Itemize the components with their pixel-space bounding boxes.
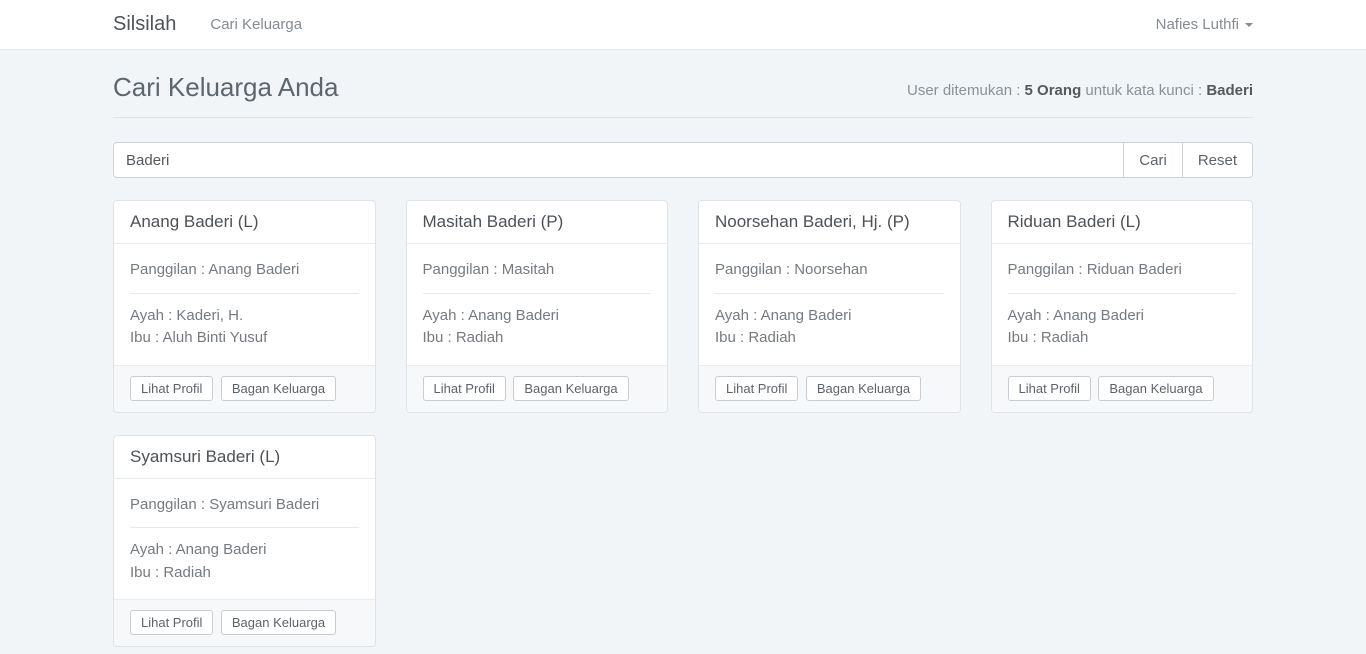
bagan-keluarga-button[interactable]: Bagan Keluarga xyxy=(806,376,921,401)
search-form: Cari Reset xyxy=(113,142,1253,178)
person-name: Syamsuri Baderi (L) xyxy=(114,436,375,479)
card-actions: Lihat Profil Bagan Keluarga xyxy=(114,365,375,412)
person-ibu: Ibu : Radiah xyxy=(1008,327,1237,350)
person-details: Panggilan : Syamsuri Baderi Ayah : Anang… xyxy=(114,479,375,600)
result-keyword: Baderi xyxy=(1206,82,1253,99)
navbar: Silsilah Cari Keluarga Nafies Luthfi xyxy=(0,0,1366,50)
person-ayah: Ayah : Anang Baderi xyxy=(130,539,359,562)
person-details: Panggilan : Riduan Baderi Ayah : Anang B… xyxy=(992,244,1253,365)
lihat-profil-button[interactable]: Lihat Profil xyxy=(130,376,213,401)
search-input[interactable] xyxy=(113,142,1124,178)
person-panggilan: Panggilan : Anang Baderi xyxy=(130,259,359,282)
person-card: Anang Baderi (L) Panggilan : Anang Bader… xyxy=(113,200,376,413)
person-name: Riduan Baderi (L) xyxy=(992,201,1253,244)
person-card: Syamsuri Baderi (L) Panggilan : Syamsuri… xyxy=(113,435,376,648)
person-panggilan: Panggilan : Masitah xyxy=(423,259,652,282)
brand-silsilah[interactable]: Silsilah xyxy=(113,13,176,36)
divider xyxy=(715,293,944,294)
person-card: Noorsehan Baderi, Hj. (P) Panggilan : No… xyxy=(698,200,961,413)
card-actions: Lihat Profil Bagan Keluarga xyxy=(114,599,375,646)
page-title: Cari Keluarga Anda xyxy=(113,72,338,103)
card-actions: Lihat Profil Bagan Keluarga xyxy=(407,365,668,412)
person-ibu: Ibu : Radiah xyxy=(715,327,944,350)
lihat-profil-button[interactable]: Lihat Profil xyxy=(130,610,213,635)
bagan-keluarga-button[interactable]: Bagan Keluarga xyxy=(513,376,628,401)
card-actions: Lihat Profil Bagan Keluarga xyxy=(699,365,960,412)
lihat-profil-button[interactable]: Lihat Profil xyxy=(715,376,798,401)
divider xyxy=(423,293,652,294)
person-ibu: Ibu : Radiah xyxy=(130,562,359,585)
result-prefix: User ditemukan : xyxy=(907,82,1025,99)
person-ayah: Ayah : Anang Baderi xyxy=(423,305,652,328)
bagan-keluarga-button[interactable]: Bagan Keluarga xyxy=(221,376,336,401)
user-dropdown[interactable]: Nafies Luthfi xyxy=(1156,16,1253,33)
person-ayah: Ayah : Anang Baderi xyxy=(1008,305,1237,328)
user-name: Nafies Luthfi xyxy=(1156,16,1239,33)
divider xyxy=(130,527,359,528)
person-panggilan: Panggilan : Syamsuri Baderi xyxy=(130,494,359,517)
result-count: 5 Orang xyxy=(1025,82,1082,99)
lihat-profil-button[interactable]: Lihat Profil xyxy=(1008,376,1091,401)
person-details: Panggilan : Anang Baderi Ayah : Kaderi, … xyxy=(114,244,375,365)
nav-item-cari-keluarga[interactable]: Cari Keluarga xyxy=(210,16,302,33)
person-panggilan: Panggilan : Riduan Baderi xyxy=(1008,259,1237,282)
reset-button[interactable]: Reset xyxy=(1183,142,1253,178)
person-details: Panggilan : Masitah Ayah : Anang Baderi … xyxy=(407,244,668,365)
results-grid: Anang Baderi (L) Panggilan : Anang Bader… xyxy=(113,200,1253,647)
result-middle: untuk kata kunci : xyxy=(1081,82,1206,99)
divider xyxy=(130,293,359,294)
person-name: Noorsehan Baderi, Hj. (P) xyxy=(699,201,960,244)
person-card: Riduan Baderi (L) Panggilan : Riduan Bad… xyxy=(991,200,1254,413)
page-header: Cari Keluarga Anda User ditemukan : 5 Or… xyxy=(113,72,1253,118)
divider xyxy=(1008,293,1237,294)
cari-button[interactable]: Cari xyxy=(1124,142,1183,178)
bagan-keluarga-button[interactable]: Bagan Keluarga xyxy=(1098,376,1213,401)
person-card: Masitah Baderi (P) Panggilan : Masitah A… xyxy=(406,200,669,413)
person-details: Panggilan : Noorsehan Ayah : Anang Bader… xyxy=(699,244,960,365)
person-ibu: Ibu : Radiah xyxy=(423,327,652,350)
person-ayah: Ayah : Kaderi, H. xyxy=(130,305,359,328)
person-ibu: Ibu : Aluh Binti Yusuf xyxy=(130,327,359,350)
bagan-keluarga-button[interactable]: Bagan Keluarga xyxy=(221,610,336,635)
person-name: Masitah Baderi (P) xyxy=(407,201,668,244)
person-panggilan: Panggilan : Noorsehan xyxy=(715,259,944,282)
result-summary: User ditemukan : 5 Orang untuk kata kunc… xyxy=(907,82,1253,103)
lihat-profil-button[interactable]: Lihat Profil xyxy=(423,376,506,401)
person-ayah: Ayah : Anang Baderi xyxy=(715,305,944,328)
page-content: Cari Keluarga Anda User ditemukan : 5 Or… xyxy=(0,50,1366,647)
card-actions: Lihat Profil Bagan Keluarga xyxy=(992,365,1253,412)
caret-down-icon xyxy=(1245,23,1253,27)
person-name: Anang Baderi (L) xyxy=(114,201,375,244)
